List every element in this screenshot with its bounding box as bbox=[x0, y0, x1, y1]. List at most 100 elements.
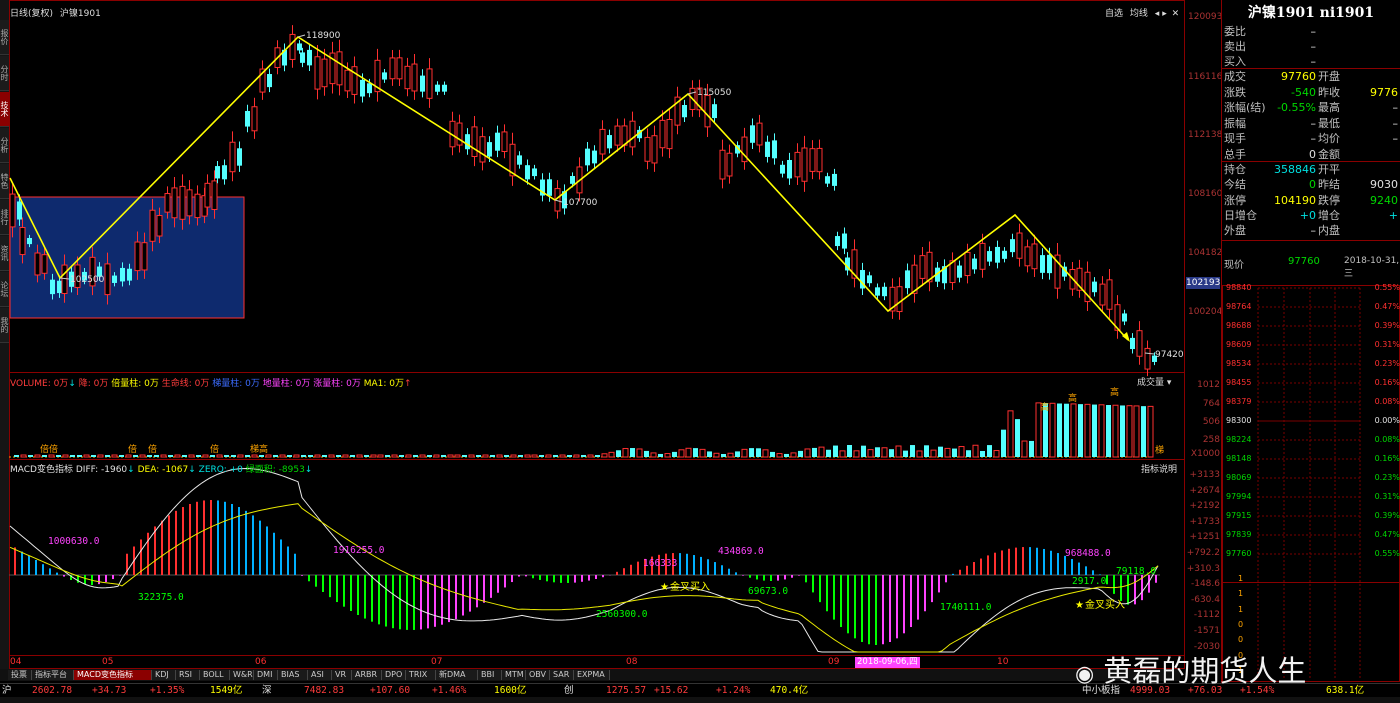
indicator-tab-4[interactable]: RSI bbox=[176, 670, 200, 680]
indicator-tab-5[interactable]: BOLL bbox=[200, 670, 230, 680]
price-tick: 104182 bbox=[1188, 248, 1223, 258]
indicator-tab-15[interactable]: BBI bbox=[478, 670, 502, 680]
kline-chart[interactable]: 11890011505010770010250097420倍倍倍倍倍梯高高高高梯… bbox=[9, 0, 1185, 669]
left-tab-4[interactable]: 特色 bbox=[0, 164, 9, 199]
price-annotation-p115050: 115050 bbox=[697, 88, 732, 98]
indicator-tab-17[interactable]: OBV bbox=[526, 670, 550, 680]
quote-value: – bbox=[1392, 116, 1399, 130]
mini-price-tick: 97915 bbox=[1226, 511, 1252, 520]
indicator-tab-11[interactable]: ARBR bbox=[352, 670, 382, 680]
candle-body bbox=[875, 287, 880, 296]
volume-bar bbox=[1120, 405, 1125, 457]
quote-value: + bbox=[1388, 208, 1398, 222]
golden-cross-label: 金叉买入 bbox=[670, 580, 710, 593]
volume-bar bbox=[496, 454, 503, 458]
volume-bar bbox=[853, 450, 860, 458]
macd-bar bbox=[1120, 575, 1122, 601]
quote-divider bbox=[1222, 240, 1400, 241]
indicator-tab-0[interactable]: 投票 bbox=[8, 670, 32, 680]
volume-header: VOLUME: 0万↓ 降: 0万 倍量柱: 0万 生命线: 0万 梯量柱: 0… bbox=[10, 379, 412, 389]
candle-body bbox=[842, 233, 847, 249]
macd-bar bbox=[532, 575, 534, 579]
indicator-tab-7[interactable]: DMI bbox=[254, 670, 278, 680]
candle-body bbox=[1010, 239, 1015, 253]
volume-bar bbox=[573, 454, 580, 458]
left-tab-8[interactable]: 我的 bbox=[0, 308, 9, 343]
volume-bar bbox=[721, 453, 726, 457]
mini-vol-tick: 1 bbox=[1238, 589, 1244, 599]
left-tab-5[interactable]: 排行 bbox=[0, 200, 9, 235]
price-tick: 120093 bbox=[1188, 12, 1223, 22]
volume-bar bbox=[182, 455, 187, 457]
indicator-tab-14[interactable]: 新DMA bbox=[436, 670, 478, 680]
volume-bar bbox=[784, 453, 789, 457]
volume-bar bbox=[160, 454, 167, 458]
indicator-explain-button[interactable]: 指标说明 bbox=[1141, 462, 1177, 475]
indicator-tab-18[interactable]: SAR bbox=[550, 670, 574, 680]
volume-bar bbox=[105, 455, 110, 457]
volume-bar bbox=[644, 450, 649, 457]
macd-bar bbox=[812, 575, 814, 593]
volume-bar bbox=[336, 455, 341, 457]
volume-bar bbox=[490, 455, 495, 457]
status-item: 1600亿 bbox=[494, 685, 527, 696]
macd-label[interactable]: MACD变色指标 bbox=[10, 465, 73, 475]
status-item: 2602.78 bbox=[32, 685, 73, 696]
candle-body bbox=[867, 275, 872, 284]
mini-vol-tick: 1 bbox=[1238, 604, 1244, 614]
indicator-tab-13[interactable]: TRIX bbox=[406, 670, 436, 680]
quote-title: 沪镍1901 ni1901 bbox=[1247, 5, 1375, 21]
volume-bar bbox=[1141, 406, 1146, 457]
quote-value: 104190 bbox=[1274, 193, 1316, 207]
volume-dropdown[interactable]: 成交量 ▾ bbox=[1137, 375, 1171, 388]
volume-bar bbox=[895, 445, 902, 458]
left-tab-2[interactable]: 技术 bbox=[0, 92, 9, 127]
indicator-tab-16[interactable]: MTM bbox=[502, 670, 526, 680]
candle-body bbox=[396, 57, 403, 80]
volume-bar bbox=[391, 454, 398, 458]
left-tab-6[interactable]: 资讯 bbox=[0, 236, 9, 271]
left-tab-1[interactable]: 分时 bbox=[0, 56, 9, 91]
vol-item-2: 倍量柱: 0万 bbox=[111, 379, 159, 389]
mini-pct-tick: 0.08% bbox=[1374, 397, 1400, 406]
volume-bar bbox=[1084, 403, 1091, 458]
candle-body bbox=[237, 148, 242, 166]
macd-bar bbox=[525, 575, 527, 577]
left-tab-7[interactable]: 论坛 bbox=[0, 272, 9, 307]
candle-body bbox=[404, 65, 411, 90]
volume-bar bbox=[1147, 405, 1154, 458]
indicator-tab-6[interactable]: W&R bbox=[230, 670, 254, 680]
indicator-tab-3[interactable]: KDJ bbox=[152, 670, 176, 680]
quote-value: +0 bbox=[1299, 208, 1316, 222]
volume-bar bbox=[685, 447, 692, 458]
mini-price-tick: 98069 bbox=[1226, 473, 1252, 482]
indicator-tab-9[interactable]: ASI bbox=[308, 670, 332, 680]
left-tab-0[interactable]: 报价 bbox=[0, 20, 9, 55]
quote-label: 昨结 bbox=[1318, 178, 1340, 192]
volume-bar bbox=[119, 455, 124, 457]
indicator-tab-2[interactable]: MACD变色指标 bbox=[74, 670, 152, 680]
candle-body bbox=[726, 152, 733, 177]
quote-value: 0 bbox=[1309, 178, 1316, 192]
macd-bar bbox=[1015, 547, 1017, 575]
volume-bar bbox=[70, 455, 75, 457]
indicator-tab-8[interactable]: BIAS bbox=[278, 670, 308, 680]
mini-pct-tick: 0.23% bbox=[1374, 473, 1400, 482]
status-item: +1.35% bbox=[150, 685, 185, 696]
quote-label: 开平 bbox=[1318, 163, 1340, 176]
macd-tick: +792.2 bbox=[1186, 548, 1220, 558]
candle-body bbox=[104, 263, 111, 296]
volume-bar bbox=[322, 455, 327, 457]
volume-bar bbox=[279, 454, 286, 458]
indicator-tab-1[interactable]: 指标平台 bbox=[32, 670, 74, 680]
macd-bar bbox=[700, 556, 702, 575]
quote-label: 金额 bbox=[1318, 147, 1340, 161]
macd-tick: +1251 bbox=[1189, 532, 1220, 543]
indicator-tab-19[interactable]: EXPMA bbox=[574, 670, 610, 680]
left-tab-3[interactable]: 分析 bbox=[0, 128, 9, 163]
indicator-tab-12[interactable]: DPO bbox=[382, 670, 406, 680]
macd-bar bbox=[196, 501, 198, 575]
indicator-tab-10[interactable]: VR bbox=[332, 670, 352, 680]
macd-bar bbox=[28, 555, 30, 575]
mini-pct-tick: 0.47% bbox=[1374, 530, 1400, 539]
